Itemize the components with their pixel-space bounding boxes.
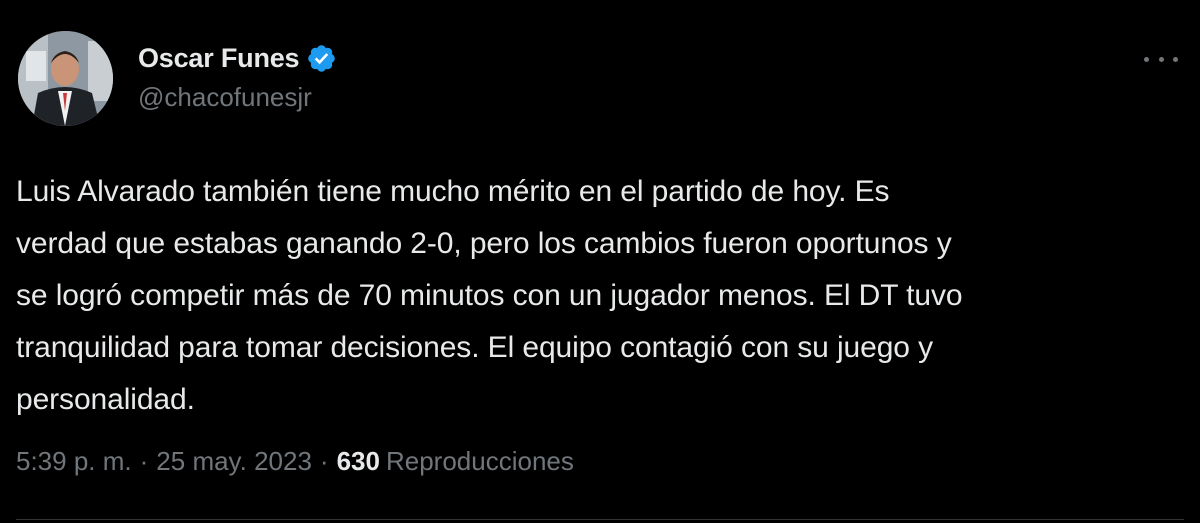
author-name-row: Oscar Funes [138, 40, 337, 76]
tweet-card: Oscar Funes @chacofunesjr Luis Alvarado … [0, 0, 1200, 523]
tweet-text: Luis Alvarado también tiene mucho mérito… [16, 166, 1176, 426]
tweet-date[interactable]: 25 may. 2023 [156, 446, 312, 477]
tweet-text-line: personalidad. [16, 383, 195, 416]
more-options-icon[interactable] [1144, 52, 1178, 66]
divider [16, 519, 1184, 520]
more-dot [1173, 56, 1178, 62]
more-dot [1158, 56, 1164, 62]
tweet-meta: 5:39 p. m. · 25 may. 2023 · 630 Reproduc… [16, 446, 574, 477]
tweet-text-line: Luis Alvarado también tiene mucho mérito… [16, 175, 890, 208]
meta-separator: · [319, 446, 329, 476]
tweet-text-line: tranquilidad para tomar decisiones. El e… [16, 331, 934, 364]
author-display-name[interactable]: Oscar Funes [138, 43, 300, 74]
avatar[interactable] [18, 31, 113, 126]
avatar-image [18, 31, 113, 126]
verified-badge-icon[interactable] [306, 43, 337, 74]
tweet-text-line: se logró competir más de 70 minutos con … [16, 279, 963, 312]
views-label[interactable]: Reproducciones [386, 446, 574, 477]
author-handle[interactable]: @chacofunesjr [138, 82, 337, 113]
meta-separator: · [139, 446, 149, 476]
author-info: Oscar Funes @chacofunesjr [138, 40, 337, 113]
views-count[interactable]: 630 [337, 446, 380, 477]
tweet-time[interactable]: 5:39 p. m. [16, 446, 132, 477]
more-dot [1144, 56, 1149, 62]
tweet-text-line: verdad que estabas ganando 2-0, pero los… [16, 227, 952, 260]
